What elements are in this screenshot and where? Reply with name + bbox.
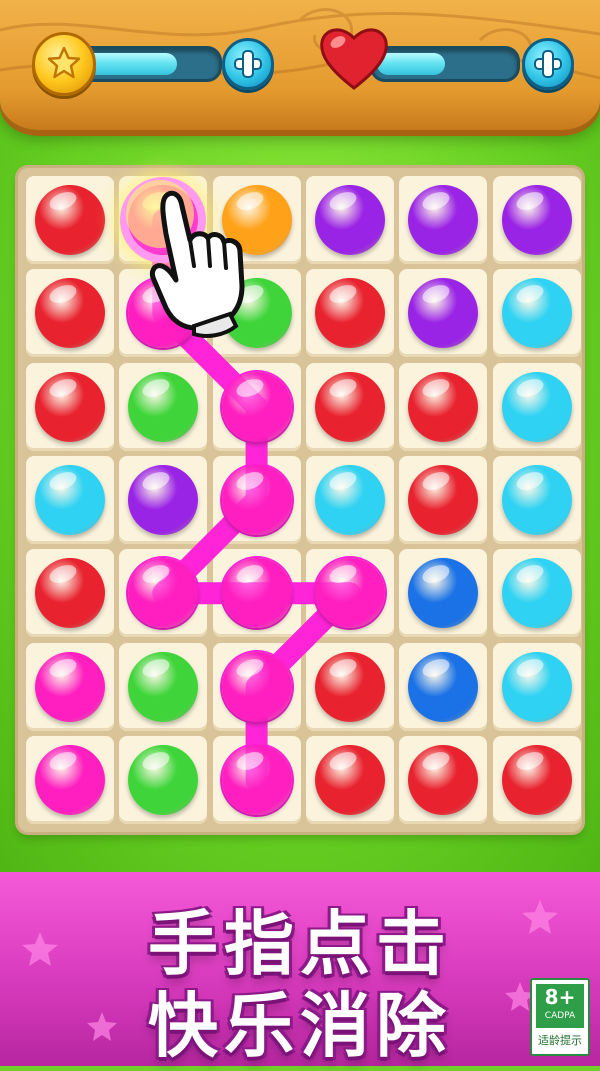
ball-blue[interactable] (408, 651, 479, 722)
lives-meter (370, 46, 520, 82)
ball-pink[interactable] (221, 371, 292, 442)
ball-orange[interactable] (221, 185, 292, 255)
ball-pink[interactable] (35, 744, 105, 815)
ball-cyan[interactable] (501, 558, 572, 629)
slogan-line-2: 快乐消除 (148, 985, 452, 1067)
ball-red[interactable] (408, 744, 479, 815)
ball-purple[interactable] (408, 185, 479, 255)
ball-red[interactable] (408, 464, 479, 535)
ball-purple[interactable] (501, 185, 572, 255)
age-rating-label: 适龄提示 (538, 1034, 582, 1047)
ball-red[interactable] (314, 744, 385, 815)
ball-red[interactable] (35, 371, 105, 442)
ball-cyan[interactable] (501, 651, 572, 722)
add-coins-button[interactable] (222, 38, 274, 90)
ball-red[interactable] (35, 278, 105, 349)
age-rating-org: CADPA (544, 1011, 576, 1021)
ball-pink[interactable] (128, 185, 199, 255)
ball-cyan[interactable] (501, 278, 572, 349)
ball-green[interactable] (128, 651, 199, 722)
ball-red[interactable] (408, 371, 479, 442)
ball-pink[interactable] (221, 651, 292, 722)
ball-red[interactable] (314, 278, 385, 349)
ball-cyan[interactable] (35, 464, 105, 535)
star-icon (47, 46, 81, 79)
ball-red[interactable] (35, 185, 105, 255)
heart-icon (320, 28, 388, 90)
ball-purple[interactable] (408, 278, 479, 349)
ball-cyan[interactable] (314, 464, 385, 535)
ball-red[interactable] (314, 371, 385, 442)
ball-green[interactable] (128, 371, 199, 442)
ball-red[interactable] (35, 558, 105, 629)
ball-pink[interactable] (221, 558, 292, 629)
ball-red[interactable] (501, 744, 572, 815)
age-rating-number: 8+ (544, 985, 576, 1009)
coin-meter (74, 46, 222, 82)
ball-green[interactable] (221, 278, 292, 349)
ball-pink[interactable] (314, 558, 385, 629)
ball-purple[interactable] (128, 464, 199, 535)
ball-blue[interactable] (408, 558, 479, 629)
ball-purple[interactable] (314, 185, 385, 255)
ball-cyan[interactable] (501, 464, 572, 535)
ball-cyan[interactable] (501, 371, 572, 442)
star-coin-icon (32, 32, 96, 96)
age-rating-badge: 8+ CADPA 适龄提示 (530, 978, 590, 1056)
ball-pink[interactable] (221, 744, 292, 815)
ball-pink[interactable] (128, 558, 199, 629)
ball-red[interactable] (314, 651, 385, 722)
ball-pink[interactable] (221, 464, 292, 535)
ball-green[interactable] (128, 744, 199, 815)
age-rating-box: 8+ CADPA (536, 984, 584, 1028)
add-lives-button[interactable] (522, 38, 574, 90)
ball-pink[interactable] (35, 651, 105, 722)
